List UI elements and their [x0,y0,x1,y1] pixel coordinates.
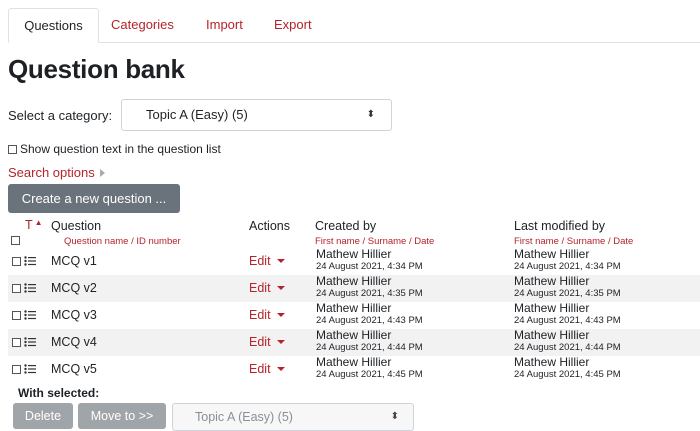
created-by-name: Mathew Hillier [316,355,392,369]
tab-questions[interactable]: Questions [8,8,99,43]
created-by-name: Mathew Hillier [316,328,392,342]
edit-label: Edit [249,308,271,322]
page-title: Question bank [8,54,185,84]
modified-sort-links[interactable]: First name / Surname / Date [514,236,633,247]
modified-by-name: Mathew Hillier [514,355,590,369]
modified-date: 24 August 2021, 4:44 PM [514,342,621,353]
question-name: MCQ v5 [51,362,97,376]
category-select[interactable]: Topic A (Easy) (5) ⬍ [121,99,392,131]
type-column-header: T [25,218,33,232]
edit-menu[interactable]: Edit [249,281,285,295]
multichoice-icon [24,337,36,347]
question-name: MCQ v4 [51,335,97,349]
move-to-button[interactable]: Move to >> [78,403,166,429]
created-column-header: Created by [315,219,377,233]
created-date: 24 August 2021, 4:44 PM [316,342,423,353]
delete-button[interactable]: Delete [13,403,73,429]
multichoice-icon [24,283,36,293]
created-by-name: Mathew Hillier [316,301,392,315]
modified-by-name: Mathew Hillier [514,301,590,315]
with-selected-label: With selected: [18,386,100,400]
modified-date: 24 August 2021, 4:35 PM [514,288,621,299]
tab-categories[interactable]: Categories [111,8,174,42]
row-checkbox[interactable] [12,257,21,266]
select-all-checkbox[interactable] [11,236,20,245]
sort-ascending-icon: ▲ [34,218,43,227]
category-select-value: Topic A (Easy) (5) [146,107,248,122]
created-date: 24 August 2021, 4:45 PM [316,369,423,380]
modified-column-header: Last modified by [514,219,606,233]
table-row: MCQ v2 Edit Mathew Hillier 24 August 202… [8,275,700,302]
edit-label: Edit [249,335,271,349]
search-options-label: Search options [8,165,95,180]
tab-export[interactable]: Export [274,8,312,42]
modified-by-name: Mathew Hillier [514,247,590,261]
edit-menu[interactable]: Edit [249,308,285,322]
edit-label: Edit [249,254,271,268]
move-target-select[interactable]: Topic A (Easy) (5) ⬍ [172,403,414,431]
search-options-toggle[interactable]: Search options [8,165,105,180]
table-row: MCQ v1 Edit Mathew Hillier 24 August 202… [8,248,700,275]
actions-column-header: Actions [249,219,290,233]
show-text-label: Show question text in the question list [20,142,221,156]
expand-triangle-icon [99,168,105,177]
created-sort-links[interactable]: First name / Surname / Date [315,236,434,247]
multichoice-icon [24,256,36,266]
nav-tabs: Questions Categories Import Export [8,8,700,43]
sort-type-header[interactable]: T ▲ [25,218,43,232]
row-checkbox[interactable] [12,338,21,347]
created-by-name: Mathew Hillier [316,274,392,288]
move-target-value: Topic A (Easy) (5) [195,410,293,424]
modified-date: 24 August 2021, 4:43 PM [514,315,621,326]
created-date: 24 August 2021, 4:43 PM [316,315,423,326]
table-row: MCQ v5 Edit Mathew Hillier 24 August 202… [8,356,700,383]
multichoice-icon [24,364,36,374]
edit-label: Edit [249,362,271,376]
up-down-arrows-icon: ⬍ [390,411,399,422]
modified-date: 24 August 2021, 4:45 PM [514,369,621,380]
created-date: 24 August 2021, 4:34 PM [316,261,423,272]
question-name: MCQ v3 [51,308,97,322]
multichoice-icon [24,310,36,320]
show-text-checkbox[interactable] [8,144,17,154]
caret-down-icon [276,313,285,317]
row-checkbox[interactable] [12,284,21,293]
create-question-button[interactable]: Create a new question ... [8,184,180,213]
edit-menu[interactable]: Edit [249,335,285,349]
tab-import[interactable]: Import [206,8,243,42]
caret-down-icon [276,367,285,371]
row-checkbox[interactable] [12,311,21,320]
table-row: MCQ v3 Edit Mathew Hillier 24 August 202… [8,302,700,329]
up-down-arrows-icon: ⬍ [366,109,375,120]
question-sort-links[interactable]: Question name / ID number [64,236,181,247]
modified-by-name: Mathew Hillier [514,328,590,342]
modified-by-name: Mathew Hillier [514,274,590,288]
caret-down-icon [276,340,285,344]
category-label: Select a category: [8,108,113,123]
created-date: 24 August 2021, 4:35 PM [316,288,423,299]
modified-date: 24 August 2021, 4:34 PM [514,261,621,272]
edit-menu[interactable]: Edit [249,362,285,376]
edit-label: Edit [249,281,271,295]
caret-down-icon [276,286,285,290]
question-name: MCQ v2 [51,281,97,295]
row-checkbox[interactable] [12,365,21,374]
created-by-name: Mathew Hillier [316,247,392,261]
edit-menu[interactable]: Edit [249,254,285,268]
caret-down-icon [276,259,285,263]
table-row: MCQ v4 Edit Mathew Hillier 24 August 202… [8,329,700,356]
question-column-header: Question [51,219,102,233]
show-question-text-option[interactable]: Show question text in the question list [8,142,221,156]
question-name: MCQ v1 [51,254,97,268]
